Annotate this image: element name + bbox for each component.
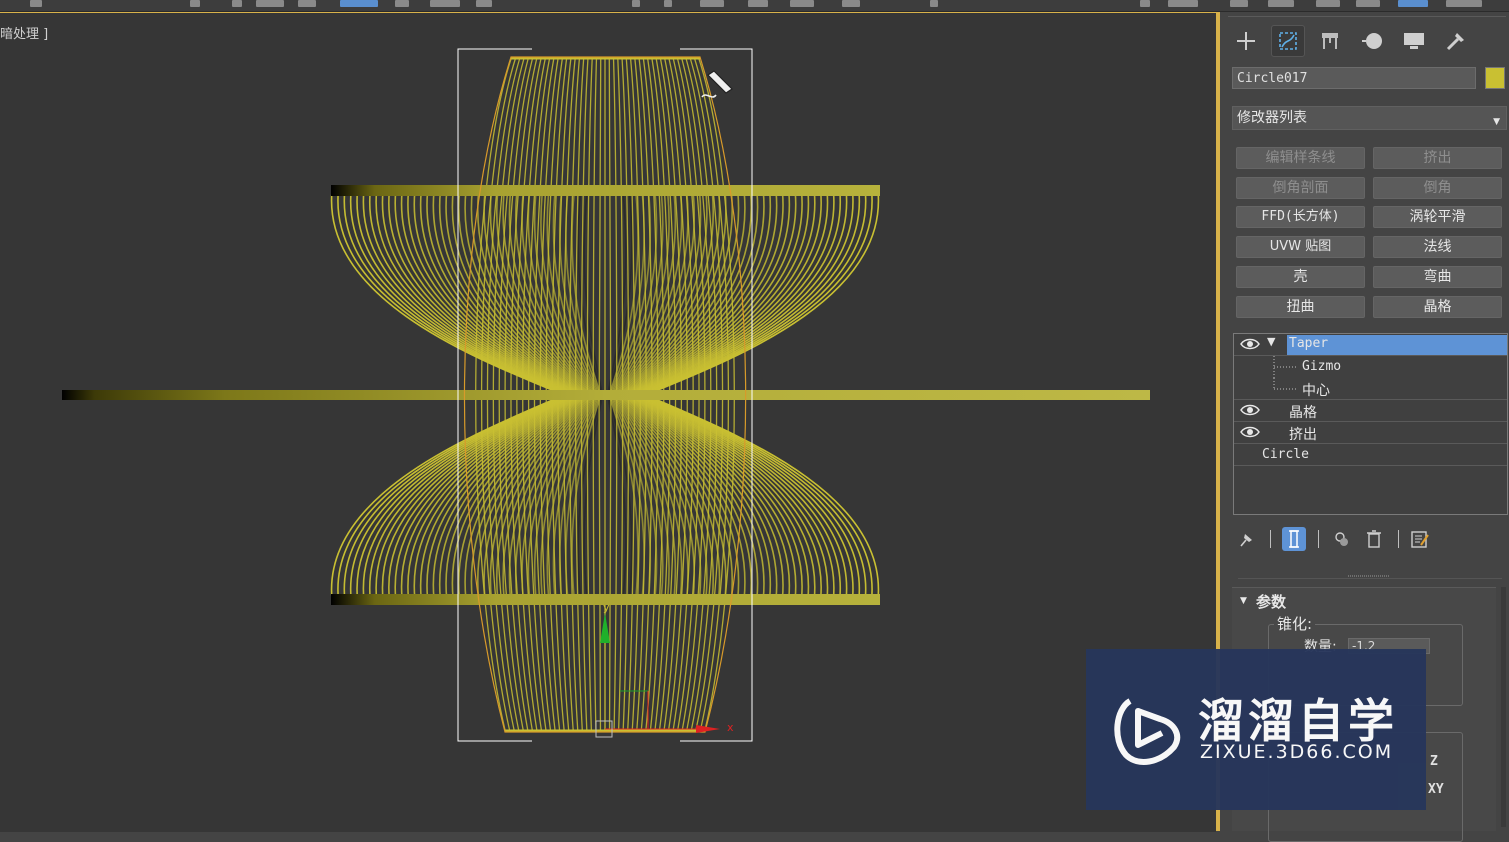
shell-button[interactable]: 壳 xyxy=(1236,266,1365,288)
bevel-profile-button[interactable]: 倒角剖面 xyxy=(1236,177,1365,199)
stack-toolbar xyxy=(1232,525,1507,553)
primary-axis-z-label: Z xyxy=(1430,754,1438,769)
toolbar-button[interactable] xyxy=(1356,0,1380,7)
perspective-viewport[interactable]: y x 暗处理 ] xyxy=(0,12,1216,832)
modifier-stack: ▼ Taper Gizmo 中心 晶格 挤出 Circle xyxy=(1233,333,1508,515)
taper-group-label: 锥化: xyxy=(1274,613,1316,634)
toolbar-button[interactable] xyxy=(395,0,409,7)
modify-icon[interactable] xyxy=(1271,25,1305,57)
lattice-button[interactable]: 晶格 xyxy=(1373,296,1502,318)
create-icon[interactable] xyxy=(1230,26,1262,56)
bevel-button[interactable]: 倒角 xyxy=(1373,177,1502,199)
modifier-list-dropdown[interactable]: 修改器列表 ▼ xyxy=(1232,106,1507,130)
toolbar-button[interactable] xyxy=(930,0,938,7)
configure-modifier-sets-icon[interactable] xyxy=(1408,527,1432,551)
expand-triangle-icon[interactable]: ▼ xyxy=(1267,335,1275,348)
hierarchy-icon[interactable] xyxy=(1314,26,1346,56)
pin-stack-icon[interactable] xyxy=(1234,527,1258,551)
stack-item-extrude[interactable]: 挤出 xyxy=(1234,422,1507,444)
top-ring-rod xyxy=(331,185,880,196)
uvw-map-button[interactable]: UVW 贴图 xyxy=(1236,236,1365,258)
axis-y-label: y xyxy=(603,601,610,614)
show-end-result-icon[interactable] xyxy=(1282,527,1306,551)
watermark-url: ZIXUE.3D66.COM xyxy=(1200,741,1394,763)
object-name-field[interactable]: Circle017 xyxy=(1232,67,1476,89)
toolbar-button[interactable] xyxy=(256,0,284,7)
object-color-swatch[interactable] xyxy=(1485,67,1505,89)
middle-rod xyxy=(62,390,1150,400)
collapse-triangle-icon[interactable]: ▼ xyxy=(1240,596,1247,606)
stack-item-lattice[interactable]: 晶格 xyxy=(1234,400,1507,422)
make-unique-icon[interactable] xyxy=(1330,527,1354,551)
divider xyxy=(1398,530,1399,548)
bend-button[interactable]: 弯曲 xyxy=(1373,266,1502,288)
toolbar-button[interactable] xyxy=(1316,0,1340,7)
divider xyxy=(1228,16,1506,17)
panel-scrollbar[interactable] xyxy=(1501,587,1506,827)
toolbar-button[interactable] xyxy=(232,0,242,7)
display-icon[interactable] xyxy=(1398,26,1430,56)
stack-item-taper[interactable]: ▼ Taper xyxy=(1234,334,1507,356)
normal-button[interactable]: 法线 xyxy=(1373,236,1502,258)
toolbar-button[interactable] xyxy=(664,0,672,7)
toolbar-button[interactable] xyxy=(1230,0,1248,7)
utilities-icon[interactable] xyxy=(1440,26,1472,56)
select-tool-button[interactable] xyxy=(340,0,378,7)
ffd-box-button[interactable]: FFD(长方体) xyxy=(1236,206,1365,228)
modifier-list-label: 修改器列表 xyxy=(1237,110,1307,126)
viewport-shading-label[interactable]: 暗处理 ] xyxy=(0,23,48,42)
tree-line xyxy=(1273,356,1298,378)
stack-subitem-gizmo[interactable]: Gizmo xyxy=(1234,356,1507,378)
stack-subitem-center[interactable]: 中心 xyxy=(1234,378,1507,400)
viewport-canvas[interactable]: y x xyxy=(0,13,1216,832)
toolbar-button[interactable] xyxy=(842,0,860,7)
stack-item-label: Gizmo xyxy=(1302,359,1342,374)
main-toolbar xyxy=(0,0,1509,12)
play-logo-icon xyxy=(1114,698,1181,765)
eye-icon[interactable] xyxy=(1240,403,1260,417)
stack-item-label: 挤出 xyxy=(1289,427,1317,443)
divider xyxy=(1318,530,1319,548)
watermark-overlay: 溜溜自学 ZIXUE.3D66.COM xyxy=(1086,649,1426,810)
divider xyxy=(1270,530,1271,548)
toolbar-button[interactable] xyxy=(476,0,492,7)
toolbar-button[interactable] xyxy=(298,0,316,7)
stack-item-label: 中心 xyxy=(1302,383,1330,399)
toolbar-button[interactable] xyxy=(430,0,460,7)
remove-modifier-icon[interactable] xyxy=(1362,527,1386,551)
twist-button[interactable]: 扭曲 xyxy=(1236,296,1365,318)
transform-gizmo[interactable]: y x xyxy=(595,601,734,738)
turbosmooth-button[interactable]: 涡轮平滑 xyxy=(1373,206,1502,228)
stack-item-label: 晶格 xyxy=(1289,405,1317,421)
toolbar-button[interactable] xyxy=(1140,0,1150,7)
toolbar-button[interactable] xyxy=(1398,0,1428,7)
tree-line xyxy=(1273,378,1298,390)
extrude-button[interactable]: 挤出 xyxy=(1373,147,1502,169)
toolbar-button[interactable] xyxy=(748,0,768,7)
stack-item-label: Circle xyxy=(1262,447,1309,462)
toolbar-button[interactable] xyxy=(190,0,200,7)
toolbar-button[interactable] xyxy=(1446,0,1482,7)
motion-icon[interactable] xyxy=(1356,26,1388,56)
stack-item-circle[interactable]: Circle xyxy=(1234,444,1507,466)
axis-x-label: x xyxy=(727,721,734,734)
divider xyxy=(1238,578,1502,579)
toolbar-button[interactable] xyxy=(30,0,42,7)
toolbar-button[interactable] xyxy=(790,0,814,7)
chevron-down-icon: ▼ xyxy=(1493,117,1500,127)
toolbar-button[interactable] xyxy=(700,0,724,7)
eye-icon[interactable] xyxy=(1240,337,1260,351)
toolbar-button[interactable] xyxy=(1268,0,1294,7)
stack-item-label: Taper xyxy=(1289,336,1329,351)
eye-icon[interactable] xyxy=(1240,425,1260,439)
toolbar-button[interactable] xyxy=(1168,0,1198,7)
edit-spline-button[interactable]: 编辑样条线 xyxy=(1236,147,1365,169)
rollout-title[interactable]: 参数 xyxy=(1256,591,1286,612)
toolbar-button[interactable] xyxy=(632,0,640,7)
effect-axis-xy-label: XY xyxy=(1428,782,1444,797)
